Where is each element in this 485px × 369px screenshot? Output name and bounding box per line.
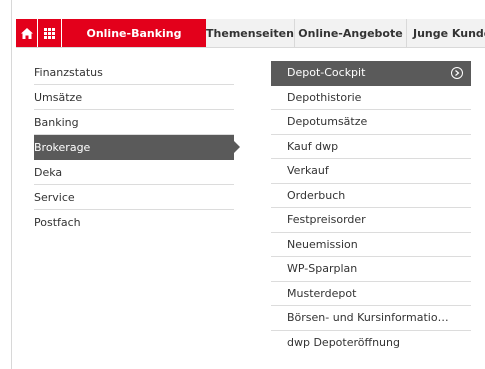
menu-item-label: Börsen- und Kursinformatio… bbox=[287, 311, 449, 325]
top-navigation: Online-Banking Themenseiten Online-Angeb… bbox=[16, 19, 485, 48]
nav-tab-online-banking[interactable]: Online-Banking bbox=[62, 19, 206, 47]
nav-apps-button[interactable] bbox=[38, 19, 62, 47]
menu-item-label: Deka bbox=[34, 165, 63, 179]
menu-item-label: Depothistorie bbox=[287, 90, 362, 104]
submenu-item-boersen-kursinformationen[interactable]: Börsen- und Kursinformatio… bbox=[271, 306, 471, 331]
left-menu-item-brokerage[interactable]: Brokerage bbox=[34, 135, 240, 160]
menu-item-label: Umsätze bbox=[34, 90, 83, 104]
submenu-item-verkauf[interactable]: Verkauf bbox=[271, 159, 471, 184]
nav-tab-themenseiten[interactable]: Themenseiten bbox=[206, 19, 295, 47]
left-menu: Finanzstatus Umsätze Banking Brokerage D… bbox=[34, 60, 240, 235]
nav-tab-junge-kunden[interactable]: Junge Kunde bbox=[407, 19, 485, 47]
left-menu-item-postfach[interactable]: Postfach bbox=[34, 210, 234, 235]
menu-item-label: Service bbox=[34, 190, 75, 204]
menu-item-label: Orderbuch bbox=[287, 188, 346, 202]
nav-home-button[interactable] bbox=[16, 19, 38, 47]
page-frame-left-border bbox=[11, 0, 12, 369]
submenu-item-depotumsaetze[interactable]: Depotumsätze bbox=[271, 110, 471, 135]
left-menu-item-banking[interactable]: Banking bbox=[34, 110, 234, 135]
left-menu-item-umsaetze[interactable]: Umsätze bbox=[34, 85, 234, 110]
menu-item-label: Festpreisorder bbox=[287, 213, 366, 227]
left-menu-item-service[interactable]: Service bbox=[34, 185, 234, 210]
submenu-item-neuemission[interactable]: Neuemission bbox=[271, 233, 471, 257]
menu-item-label: Depotumsätze bbox=[287, 115, 368, 129]
left-menu-item-deka[interactable]: Deka bbox=[34, 160, 234, 185]
menu-item-label: Kauf dwp bbox=[287, 139, 339, 153]
menu-item-label: Postfach bbox=[34, 216, 81, 229]
nav-tab-online-angebote[interactable]: Online-Angebote bbox=[295, 19, 407, 47]
submenu-item-musterdepot[interactable]: Musterdepot bbox=[271, 282, 471, 306]
home-icon bbox=[20, 27, 33, 39]
submenu-item-depot-cockpit[interactable]: Depot-Cockpit bbox=[271, 61, 471, 86]
menu-item-label: Musterdepot bbox=[287, 286, 357, 300]
submenu-item-wp-sparplan[interactable]: WP-Sparplan bbox=[271, 257, 471, 282]
chevron-circle-icon bbox=[451, 66, 463, 79]
submenu-item-depothistorie[interactable]: Depothistorie bbox=[271, 86, 471, 110]
grid-icon bbox=[44, 27, 55, 39]
submenu-item-dwp-depoteroeffnung[interactable]: dwp Depoteröffnung bbox=[271, 331, 471, 356]
menu-item-label: dwp Depoteröffnung bbox=[287, 336, 400, 350]
menu-item-label: Verkauf bbox=[287, 164, 329, 178]
menu-item-label: Brokerage bbox=[34, 141, 91, 154]
submenu-item-festpreisorder[interactable]: Festpreisorder bbox=[271, 208, 471, 233]
menu-item-label: Banking bbox=[34, 115, 79, 129]
menu-item-label: Finanzstatus bbox=[34, 65, 103, 79]
submenu-item-kauf-dwp[interactable]: Kauf dwp bbox=[271, 135, 471, 159]
left-menu-item-finanzstatus[interactable]: Finanzstatus bbox=[34, 60, 234, 85]
right-submenu: Depot-Cockpit Depothistorie Depotumsätze… bbox=[271, 61, 471, 355]
menu-item-label: Neuemission bbox=[287, 237, 358, 251]
submenu-item-orderbuch[interactable]: Orderbuch bbox=[271, 184, 471, 208]
menu-item-label: WP-Sparplan bbox=[287, 262, 358, 276]
menu-item-label: Depot-Cockpit bbox=[287, 66, 366, 80]
